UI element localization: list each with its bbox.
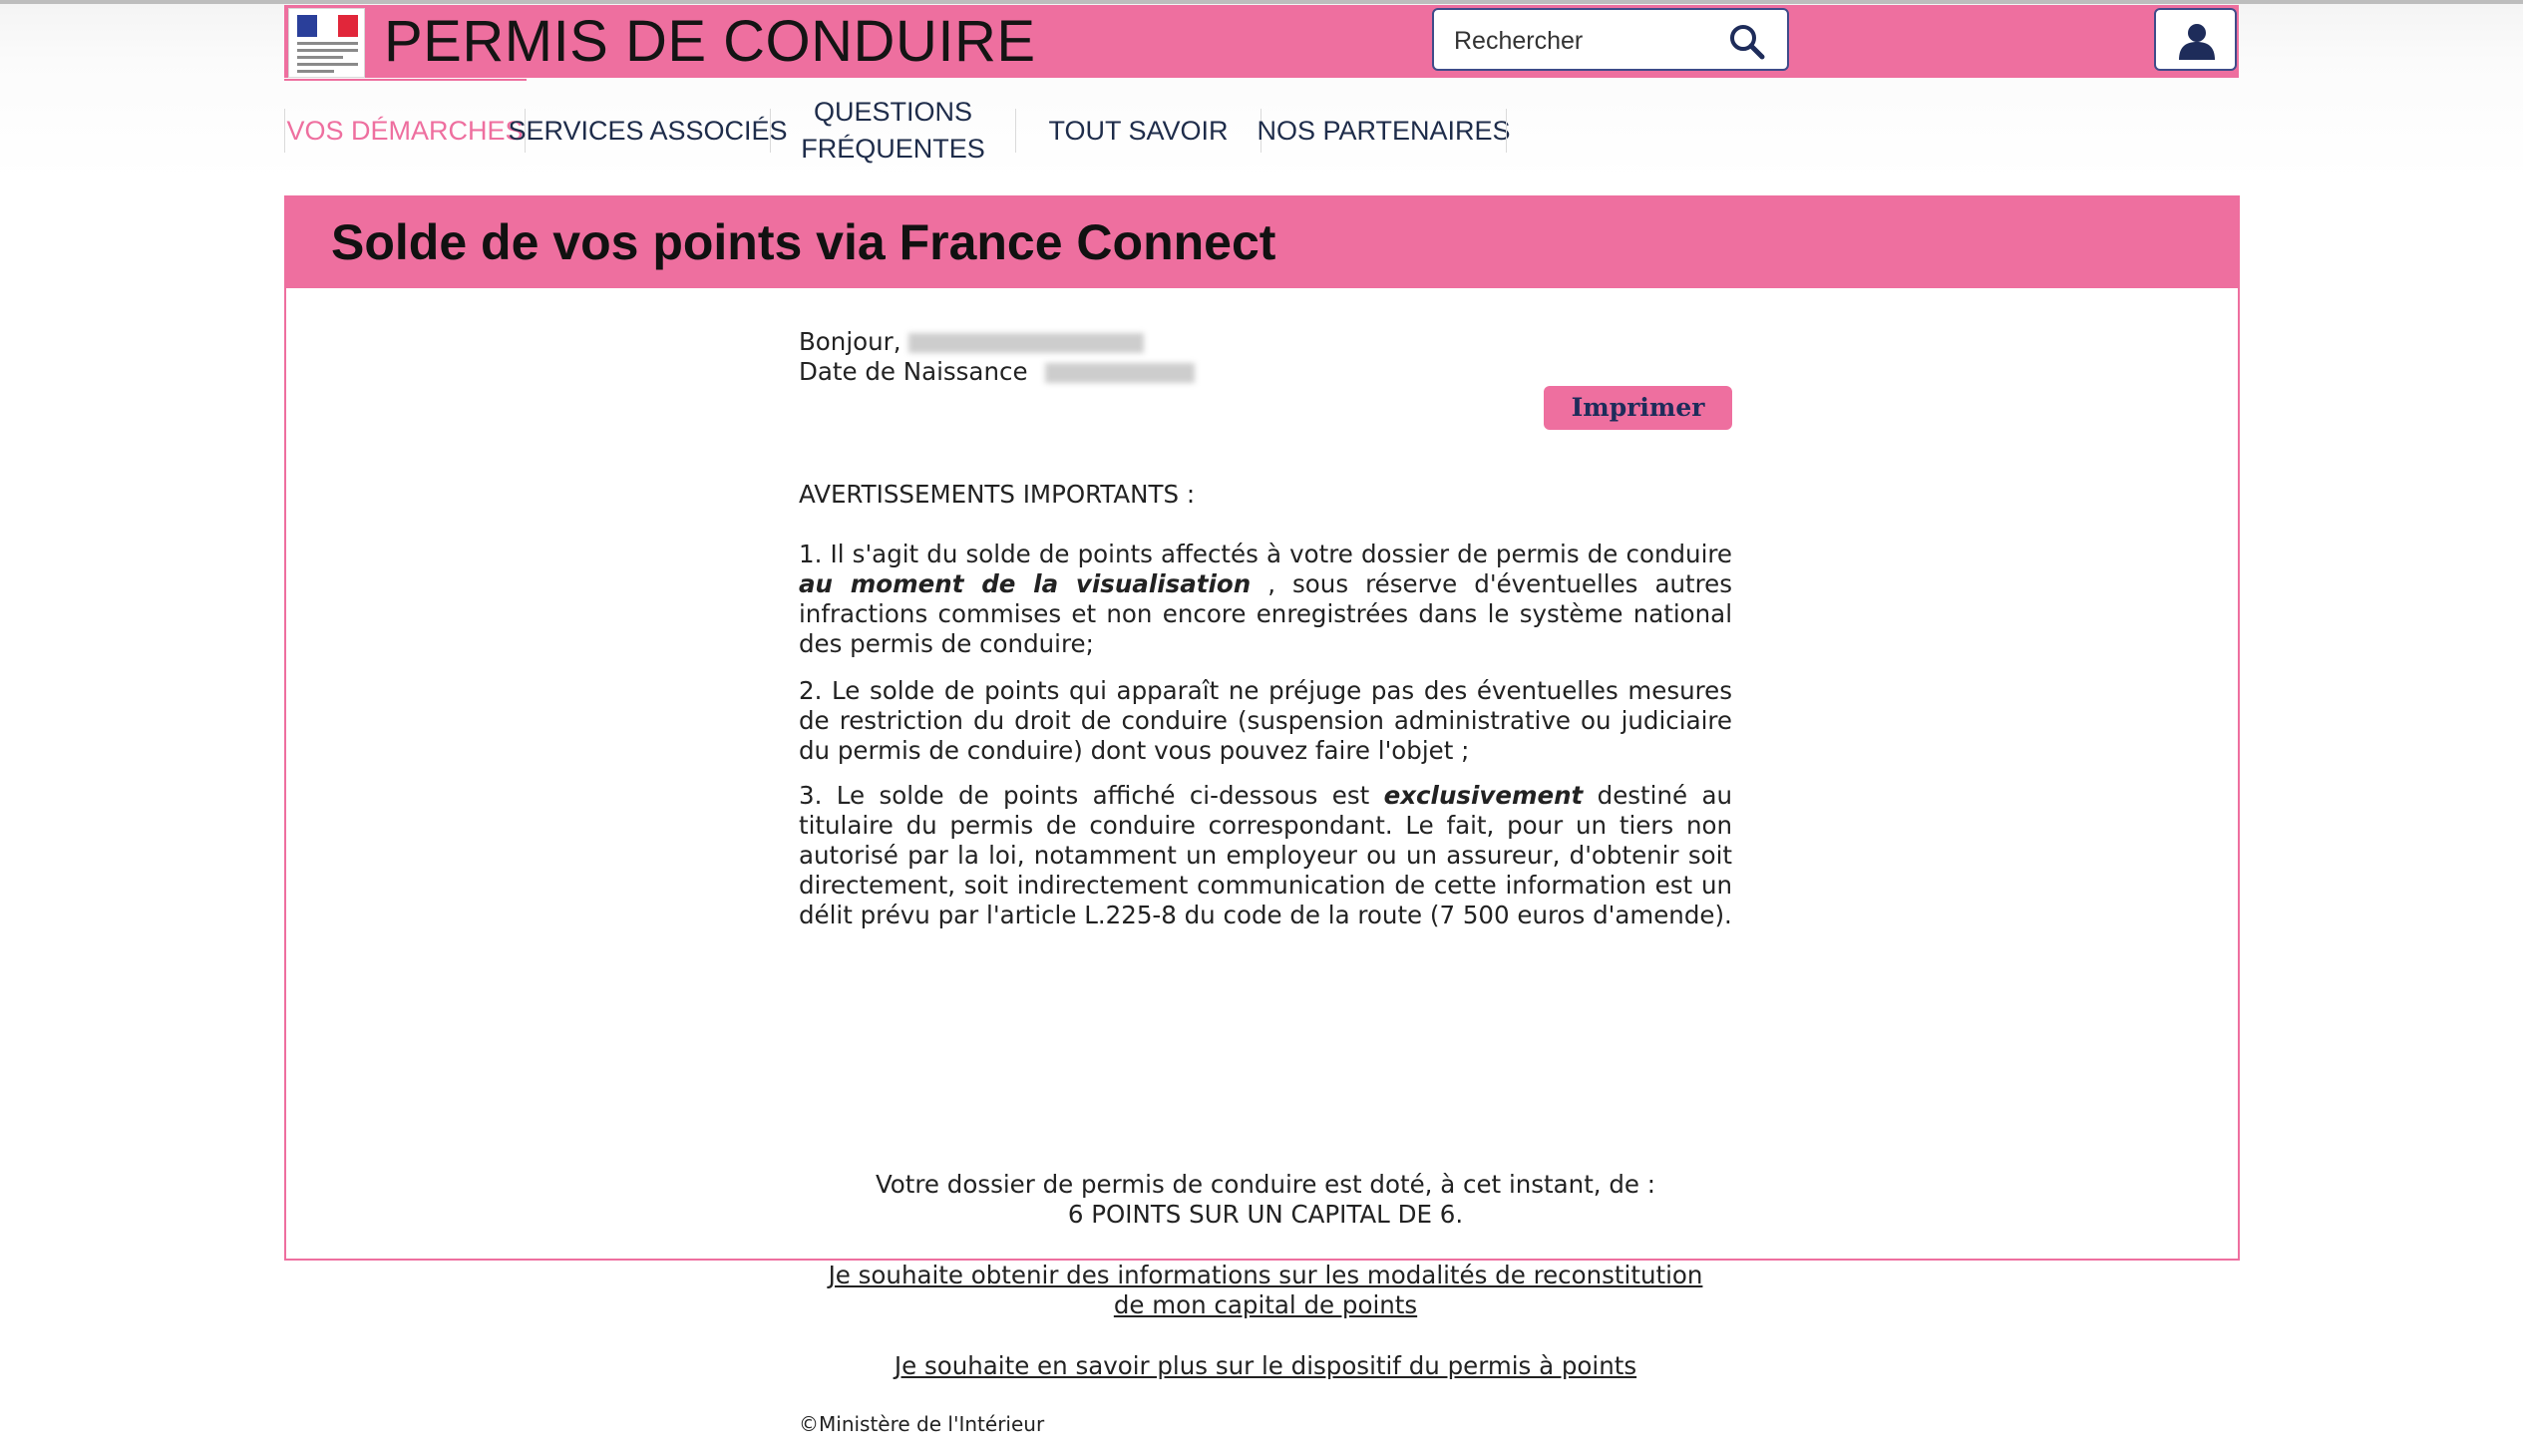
birthdate-label: Date de Naissance [799,357,1028,386]
logo-text-lines [297,42,358,77]
user-account-button[interactable] [2154,8,2237,71]
dispositif-link[interactable]: Je souhaite en savoir plus sur le dispos… [799,1351,1732,1381]
para3-emphasis: exclusivement [1383,781,1584,810]
copyright-footer: ©Ministère de l'Intérieur [799,1412,1045,1436]
page-title: Solde de vos points via France Connect [331,214,1276,270]
para1-text-a: 1. Il s'agit du solde de points affectés… [799,540,1732,568]
nav-item-services-associes[interactable]: SERVICES ASSOCIÉS [508,90,787,172]
nav-item-questions-frequentes[interactable]: QUESTIONS FRÉQUENTES [771,90,1015,172]
panel-header: Solde de vos points via France Connect [286,197,2238,288]
search-icon[interactable] [1727,22,1767,62]
greeting-line: Bonjour, [799,327,1145,357]
warning-paragraph-1: 1. Il s'agit du solde de points affectés… [799,540,1732,659]
active-underline [284,79,527,81]
warning-paragraph-2: 2. Le solde de points qui apparaît ne pr… [799,676,1732,765]
points-value: 6 POINTS SUR UN CAPITAL DE 6. [1067,1200,1464,1229]
nav-item-nos-partenaires[interactable]: NOS PARTENAIRES [1257,90,1510,172]
browser-edge [0,0,2523,4]
user-icon [2179,24,2215,60]
marianne-logo-icon[interactable] [288,8,365,78]
nav-separator [1506,109,1507,153]
greeting-label: Bonjour, [799,327,901,356]
points-summary: Votre dossier de permis de conduire est … [799,1170,1732,1230]
main-nav: VOS DÉMARCHES SERVICES ASSOCIÉS QUESTION… [284,90,1511,172]
print-button[interactable]: Imprimer [1544,386,1732,430]
search-box[interactable] [1432,8,1789,71]
points-intro: Votre dossier de permis de conduire est … [875,1170,1656,1199]
site-header: PERMIS DE CONDUIRE [284,5,2239,78]
birthdate-line: Date de Naissance [799,357,1196,387]
redacted-name [908,333,1145,353]
nav-item-tout-savoir[interactable]: TOUT SAVOIR [1016,90,1261,172]
warning-paragraph-3: 3. Le solde de points affiché ci-dessous… [799,781,1732,930]
site-title[interactable]: PERMIS DE CONDUIRE [384,7,1036,77]
french-flag-icon [297,15,358,37]
para3-text-a: 3. Le solde de points affiché ci-dessous… [799,781,1370,810]
points-panel: Solde de vos points via France Connect B… [284,195,2240,1436]
warnings-title: AVERTISSEMENTS IMPORTANTS : [799,480,1196,509]
redacted-birthdate [1045,363,1196,383]
reconstitution-link[interactable]: Je souhaite obtenir des informations sur… [799,1261,1732,1320]
para1-emphasis: au moment de la visualisation [799,569,1252,598]
nav-item-vos-demarches[interactable]: VOS DÉMARCHES [285,90,525,172]
search-input[interactable] [1454,24,1733,58]
